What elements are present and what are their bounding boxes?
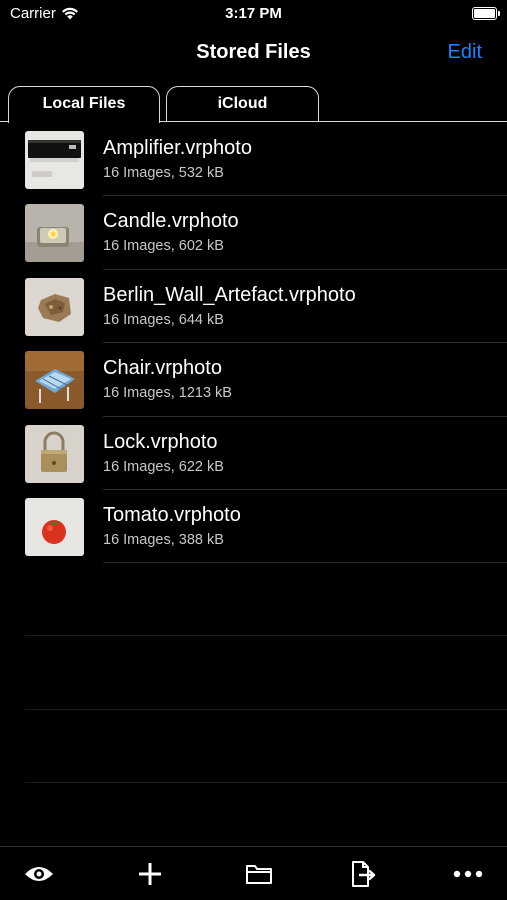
file-info: 16 Images, 622 kB <box>103 458 224 475</box>
list-item[interactable]: Amplifier.vrphoto 16 Images, 532 kB <box>0 123 507 197</box>
file-info: 16 Images, 644 kB <box>103 311 224 328</box>
folder-icon[interactable] <box>244 859 274 889</box>
eye-icon[interactable] <box>24 859 54 889</box>
chair-thumbnail <box>25 351 84 410</box>
candle-thumbnail <box>25 204 84 263</box>
navigation-bar: Stored Files Edit <box>0 28 507 78</box>
page-title: Stored Files <box>196 41 311 63</box>
tomato-thumbnail <box>25 497 84 556</box>
list-item[interactable]: Candle.vrphoto 16 Images, 602 kB <box>0 196 507 271</box>
lock-thumbnail <box>25 424 84 483</box>
list-item[interactable]: Chair.vrphoto 16 Images, 1213 kB <box>0 343 507 417</box>
file-name: Berlin_Wall_Artefact.vrphoto <box>103 283 356 306</box>
file-info: 16 Images, 532 kB <box>103 165 224 181</box>
tab-icloud[interactable]: iCloud <box>166 86 319 122</box>
edit-button[interactable]: Edit <box>448 41 482 64</box>
empty-row <box>25 710 507 784</box>
status-time: 3:17 PM <box>225 5 282 22</box>
empty-row <box>25 563 507 637</box>
plus-icon[interactable] <box>135 859 165 889</box>
bottom-toolbar <box>0 846 507 900</box>
list-item[interactable]: Berlin_Wall_Artefact.vrphoto 16 Images, … <box>0 270 507 344</box>
file-info: 16 Images, 388 kB <box>103 531 224 548</box>
list-item[interactable]: Lock.vrphoto 16 Images, 622 kB <box>0 417 507 491</box>
tab-local-files[interactable]: Local Files <box>8 86 160 123</box>
status-bar: Carrier 3:17 PM <box>0 0 507 28</box>
amplifier-thumbnail <box>25 131 84 189</box>
empty-rows <box>0 563 507 784</box>
file-name: Chair.vrphoto <box>103 357 222 380</box>
storage-tabs: Local Files iCloud <box>0 86 507 123</box>
file-name: Lock.vrphoto <box>103 430 218 453</box>
battery-icon <box>472 7 500 20</box>
file-info: 16 Images, 602 kB <box>103 238 224 255</box>
list-item[interactable]: Tomato.vrphoto 16 Images, 388 kB <box>0 490 507 564</box>
more-icon[interactable] <box>453 859 483 889</box>
export-icon[interactable] <box>348 859 378 889</box>
empty-row <box>25 636 507 710</box>
file-name: Candle.vrphoto <box>103 210 239 233</box>
file-info: 16 Images, 1213 kB <box>103 385 232 402</box>
file-name: Amplifier.vrphoto <box>103 137 252 159</box>
berlin-wall-artefact-thumbnail <box>25 277 84 336</box>
file-list: Amplifier.vrphoto 16 Images, 532 kB Cand… <box>0 123 507 564</box>
file-name: Tomato.vrphoto <box>103 503 241 526</box>
